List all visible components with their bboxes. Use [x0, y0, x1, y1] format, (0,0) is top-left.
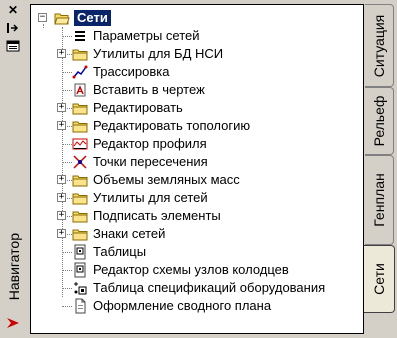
- tab-label: Генплан: [371, 173, 387, 227]
- tree-item-label: Точки пересечения: [93, 154, 208, 169]
- tree-connector-line: [62, 306, 72, 307]
- tree-item-label: Параметры сетей: [93, 28, 200, 43]
- tree-item[interactable]: Вставить в чертеж: [31, 81, 363, 99]
- insert-drawing-icon: [74, 83, 86, 97]
- expand-toggle[interactable]: +: [57, 193, 66, 202]
- navigator-title-bar: ✕ Навигатор: [0, 0, 28, 338]
- table-doc-icon: [74, 244, 86, 260]
- tree-item[interactable]: Параметры сетей: [31, 27, 363, 45]
- tab-genplan[interactable]: Генплан: [365, 155, 394, 245]
- folder-icon: [72, 121, 88, 133]
- tree-item[interactable]: Трассировка: [31, 63, 363, 81]
- route-icon: [72, 65, 88, 79]
- tree-connector-line: [62, 252, 72, 253]
- tree-connector-line: [62, 144, 72, 145]
- properties-icon[interactable]: [6, 40, 20, 52]
- auto-hide-icon[interactable]: [6, 22, 20, 34]
- tree-item[interactable]: Оформление сводного плана: [31, 297, 363, 315]
- list-icon: [75, 31, 85, 41]
- tree-connector-line: [62, 162, 72, 163]
- collapse-toggle[interactable]: −: [38, 13, 47, 22]
- folder-icon: [72, 193, 88, 205]
- open-folder-icon: [54, 13, 70, 25]
- tree-item[interactable]: Редактор профиля: [31, 135, 363, 153]
- expand-toggle[interactable]: +: [57, 211, 66, 220]
- tree-item[interactable]: + Утилиты для БД НСИ: [31, 45, 363, 63]
- expand-toggle[interactable]: +: [57, 49, 66, 58]
- tree-connector-line: [62, 36, 72, 37]
- tree-item-label: Таблица спецификаций оборудования: [93, 280, 326, 295]
- folder-icon: [72, 103, 88, 115]
- tree-item-label: Знаки сетей: [93, 226, 166, 241]
- folder-icon: [72, 211, 88, 223]
- tree-item-label: Редактор схемы узлов колодцев: [93, 262, 289, 277]
- tab-label: Ситуация: [371, 14, 387, 77]
- tree-connector-line: [62, 90, 72, 91]
- tree-item[interactable]: Точки пересечения: [31, 153, 363, 171]
- tree-item-label: Редактировать: [93, 100, 183, 115]
- tree-root-label: Сети: [74, 10, 111, 26]
- tree-item[interactable]: + Объемы земляных масс: [31, 171, 363, 189]
- tree-connector-line: [62, 72, 72, 73]
- tab-relef[interactable]: Рельеф: [365, 87, 394, 155]
- tree-item-label: Редактировать топологию: [93, 118, 251, 133]
- app-logo-icon: [7, 318, 19, 328]
- tree-item-label: Трассировка: [93, 64, 170, 79]
- expand-toggle[interactable]: +: [57, 121, 66, 130]
- tab-label: Сети: [371, 263, 387, 295]
- tree-root-item[interactable]: − Сети: [31, 9, 363, 27]
- tree-item-label: Подписать элементы: [93, 208, 221, 223]
- tab-seti[interactable]: Сети: [364, 245, 395, 313]
- navigator-tree[interactable]: − Сети Параметры сетей + Утилиты для БД НС…: [30, 4, 364, 334]
- profile-editor-icon: [72, 138, 88, 150]
- tree-item-label: Таблицы: [93, 244, 147, 259]
- panel-title: Навигатор: [6, 232, 22, 300]
- tree-item[interactable]: + Редактировать: [31, 99, 363, 117]
- tree-item[interactable]: Таблица спецификаций оборудования: [31, 279, 363, 297]
- tree-item[interactable]: Редактор схемы узлов колодцев: [31, 261, 363, 279]
- folder-icon: [72, 49, 88, 61]
- tree-item[interactable]: Таблицы: [31, 243, 363, 261]
- folder-icon: [72, 175, 88, 187]
- tree-connector-line: [62, 270, 72, 271]
- tree-item-label: Вставить в чертеж: [93, 82, 205, 97]
- tree-item[interactable]: + Редактировать топологию: [31, 117, 363, 135]
- tree-item-label: Редактор профиля: [93, 136, 207, 151]
- spec-table-icon: [74, 282, 87, 295]
- expand-toggle[interactable]: +: [57, 229, 66, 238]
- document-icon: [75, 298, 86, 314]
- tree-item[interactable]: + Знаки сетей: [31, 225, 363, 243]
- tree-item[interactable]: + Утилиты для сетей: [31, 189, 363, 207]
- tab-situatsiya[interactable]: Ситуация: [365, 4, 394, 87]
- table-doc-icon: [74, 262, 86, 278]
- tree-item[interactable]: + Подписать элементы: [31, 207, 363, 225]
- tree-item-label: Утилиты для сетей: [93, 190, 208, 205]
- tab-label: Рельеф: [371, 95, 387, 147]
- intersection-icon: [73, 155, 87, 169]
- tree-connector-line: [62, 288, 72, 289]
- tree-item-label: Объемы земляных масс: [93, 172, 240, 187]
- close-icon[interactable]: ✕: [6, 4, 20, 16]
- tree-item-label: Утилиты для БД НСИ: [93, 46, 224, 61]
- tree-item-label: Оформление сводного плана: [93, 298, 272, 313]
- expand-toggle[interactable]: +: [57, 175, 66, 184]
- expand-toggle[interactable]: +: [57, 103, 66, 112]
- folder-icon: [72, 229, 88, 241]
